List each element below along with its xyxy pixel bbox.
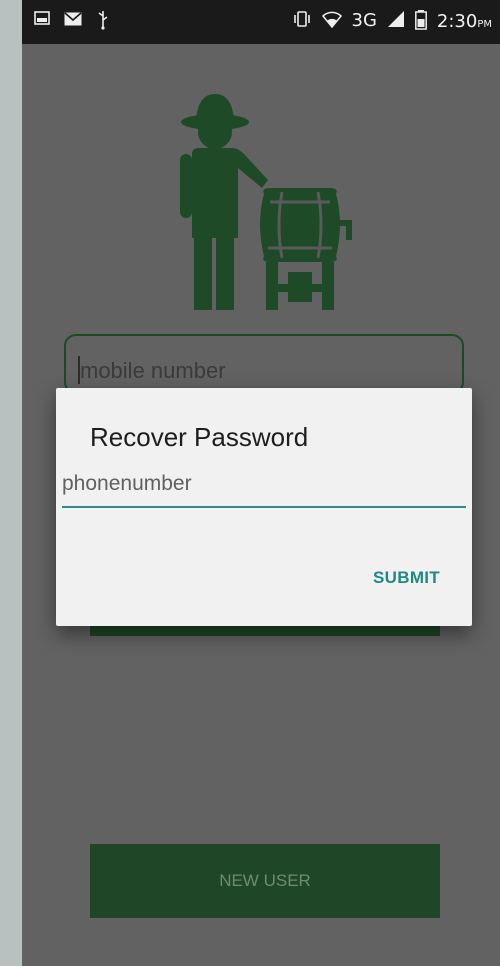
clock-ampm: PM: [477, 18, 492, 30]
dialog-title: Recover Password: [90, 422, 309, 452]
farmer-barrel-logo: [180, 94, 352, 310]
submit-button[interactable]: SUBMIT: [369, 564, 444, 592]
mail-icon: [64, 10, 82, 32]
phonenumber-input[interactable]: [62, 466, 466, 508]
clock-time: 2:30: [436, 10, 478, 32]
mobile-number-field[interactable]: mobile number: [64, 334, 464, 394]
mobile-number-placeholder: mobile number: [80, 358, 226, 383]
vibrate-icon: [292, 10, 312, 32]
wifi-icon: [321, 10, 342, 32]
clock: 2:30PM: [437, 11, 492, 32]
signal-icon: [387, 10, 405, 32]
recover-password-dialog: Recover Password SUBMIT: [56, 388, 472, 626]
status-bar: 3G 2:30PM: [22, 0, 500, 44]
usb-icon: [96, 10, 110, 32]
network-type: 3G: [351, 10, 377, 31]
battery-icon: [414, 10, 427, 32]
new-user-button[interactable]: NEW USER: [90, 844, 440, 918]
image-icon: [34, 10, 50, 32]
phone-screen: 3G 2:30PM mobile number NEW USER Recover…: [22, 0, 500, 966]
